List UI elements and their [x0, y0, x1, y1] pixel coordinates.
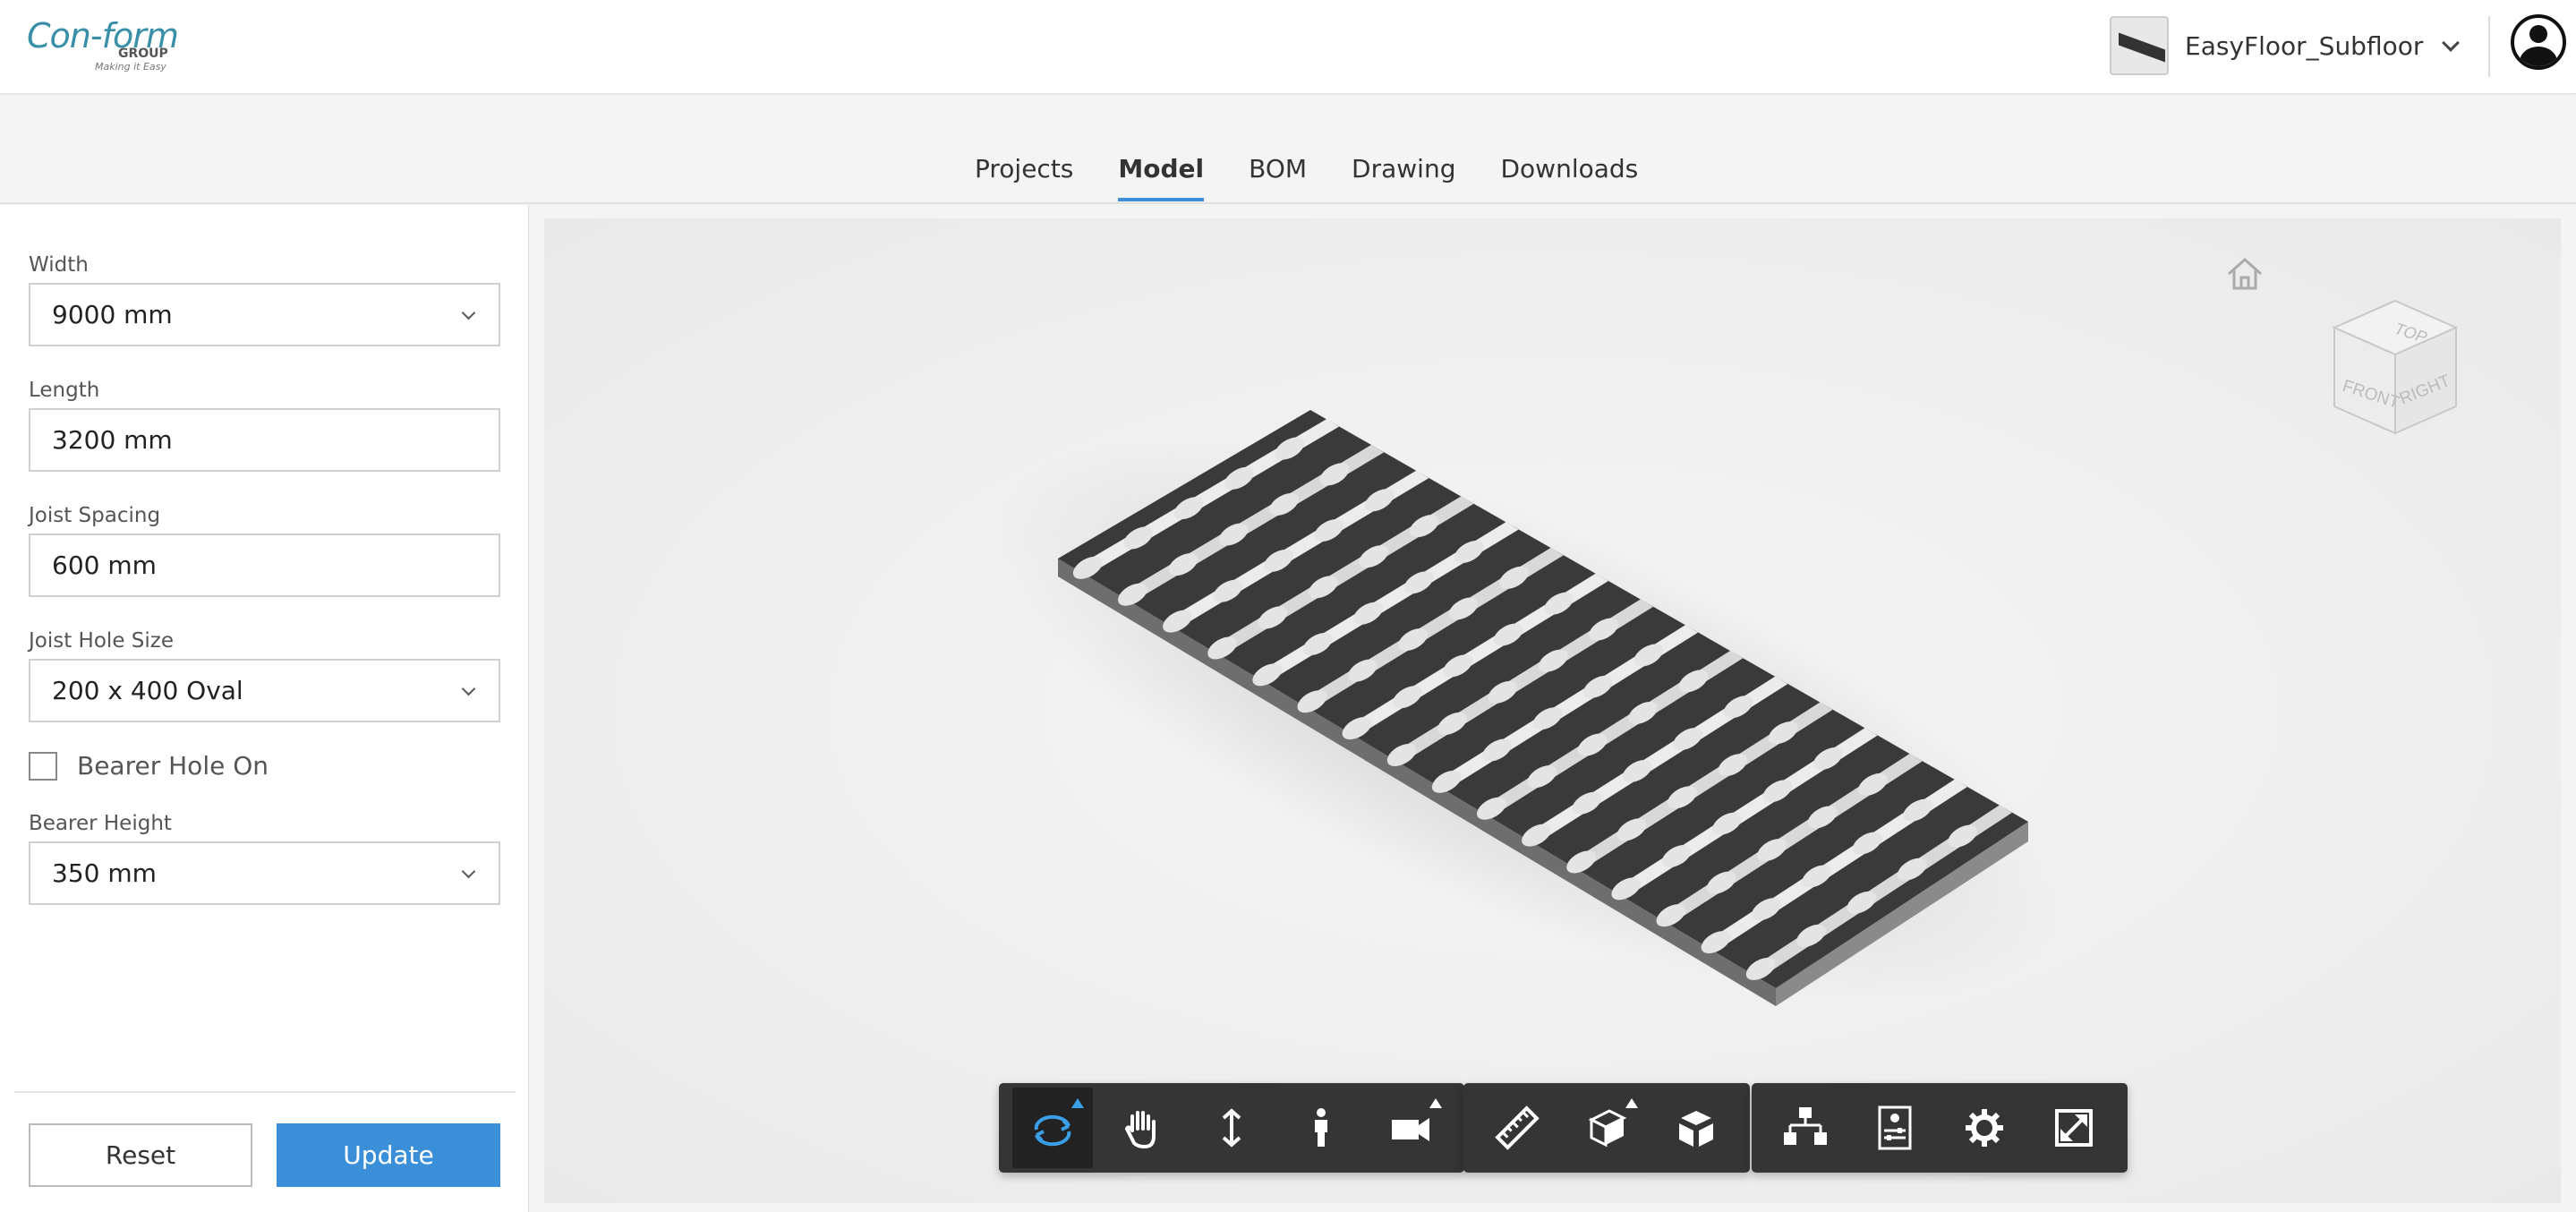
- tab-projects[interactable]: Projects: [975, 154, 1073, 201]
- header-divider: [2488, 16, 2490, 77]
- joist-hole-size-select[interactable]: 200 x 400 Oval: [29, 659, 500, 722]
- product-name: EasyFloor_Subfloor: [2185, 30, 2424, 61]
- settings-button[interactable]: [1944, 1088, 2025, 1168]
- bearer-height-value: 350 mm: [52, 858, 157, 888]
- reset-button[interactable]: Reset: [29, 1123, 252, 1187]
- tabs-bar: Projects Model BOM Drawing Downloads: [0, 95, 2576, 204]
- joist-spacing-input[interactable]: 600 mm: [29, 533, 500, 597]
- chevron-down-icon: [461, 681, 476, 696]
- measure-tool-button[interactable]: [1477, 1088, 1557, 1168]
- panel-divider: [14, 1091, 516, 1093]
- person-walk-icon: [1315, 1108, 1327, 1147]
- joist-hole-size-label: Joist Hole Size: [29, 629, 174, 653]
- tab-downloads[interactable]: Downloads: [1500, 154, 1638, 201]
- navigation-toolbar: [999, 1083, 1464, 1173]
- bearer-hole-row: Bearer Hole On: [29, 751, 269, 781]
- joist-hole-size-value: 200 x 400 Oval: [52, 676, 243, 705]
- orbit-icon: [1034, 1114, 1071, 1147]
- home-view-icon[interactable]: [2223, 252, 2266, 295]
- chevron-down-icon: [2442, 34, 2461, 52]
- ruler-measure-icon: [1495, 1105, 1540, 1150]
- bearer-height-select[interactable]: 350 mm: [29, 841, 500, 905]
- dolly-tool-button[interactable]: [1191, 1088, 1272, 1168]
- camera-tool-button[interactable]: [1370, 1088, 1451, 1168]
- orbit-tool-button[interactable]: [1012, 1088, 1093, 1168]
- length-value: 3200 mm: [52, 425, 173, 455]
- length-input[interactable]: 3200 mm: [29, 408, 500, 472]
- tab-bom[interactable]: BOM: [1249, 154, 1307, 201]
- gear-icon: [1966, 1109, 2003, 1147]
- chevron-down-icon: [461, 305, 476, 320]
- parameter-panel: Width 9000 mm Length 3200 mm Joist Spaci…: [0, 205, 529, 1212]
- fullscreen-button[interactable]: [2034, 1088, 2114, 1168]
- section-box-icon: [1588, 1109, 1627, 1148]
- fullscreen-icon: [2055, 1109, 2093, 1147]
- model-viewer[interactable]: TOP FRONT RIGHT: [544, 218, 2561, 1203]
- conform-logo[interactable]: Con-form GROUP Making it Easy: [27, 16, 179, 79]
- model-browser-button[interactable]: [1765, 1088, 1846, 1168]
- main-tabs: Projects Model BOM Drawing Downloads: [975, 154, 1638, 201]
- product-thumbnail-icon: [2110, 16, 2169, 75]
- camera-icon: [1392, 1118, 1429, 1141]
- bearer-height-label: Bearer Height: [29, 812, 172, 835]
- width-select[interactable]: 9000 mm: [29, 283, 500, 346]
- product-selector[interactable]: EasyFloor_Subfloor: [2110, 16, 2461, 75]
- length-label: Length: [29, 379, 100, 402]
- explode-tool-button[interactable]: [1656, 1088, 1736, 1168]
- width-value: 9000 mm: [52, 300, 173, 329]
- chevron-down-icon: [461, 864, 476, 879]
- tab-drawing[interactable]: Drawing: [1352, 154, 1455, 201]
- logo-tagline: Making it Easy: [95, 61, 166, 73]
- view-cube[interactable]: TOP FRONT RIGHT: [2315, 290, 2476, 451]
- model-tree-icon: [1784, 1107, 1827, 1145]
- walk-tool-button[interactable]: [1281, 1088, 1361, 1168]
- properties-button[interactable]: [1855, 1088, 1935, 1168]
- app-header: Con-form GROUP Making it Easy EasyFloor_…: [0, 0, 2576, 94]
- joist-spacing-label: Joist Spacing: [29, 504, 161, 527]
- explode-cube-icon: [1679, 1111, 1713, 1147]
- analysis-toolbar: [1463, 1083, 1750, 1173]
- bearer-hole-label: Bearer Hole On: [77, 751, 269, 781]
- user-account-icon[interactable]: [2511, 14, 2566, 70]
- joist-spacing-value: 600 mm: [52, 551, 157, 580]
- hand-pan-icon: [1124, 1111, 1156, 1149]
- settings-toolbar: [1752, 1083, 2128, 1173]
- update-button[interactable]: Update: [277, 1123, 500, 1187]
- bearer-hole-checkbox[interactable]: [29, 751, 57, 781]
- subfloor-3d-model: [992, 410, 2066, 1006]
- logo-group-text: GROUP: [118, 47, 168, 61]
- zoom-updown-icon: [1222, 1108, 1241, 1148]
- pan-tool-button[interactable]: [1102, 1088, 1182, 1168]
- tab-model[interactable]: Model: [1118, 154, 1205, 201]
- section-tool-button[interactable]: [1566, 1088, 1647, 1168]
- properties-panel-icon: [1878, 1105, 1912, 1150]
- width-label: Width: [29, 253, 89, 277]
